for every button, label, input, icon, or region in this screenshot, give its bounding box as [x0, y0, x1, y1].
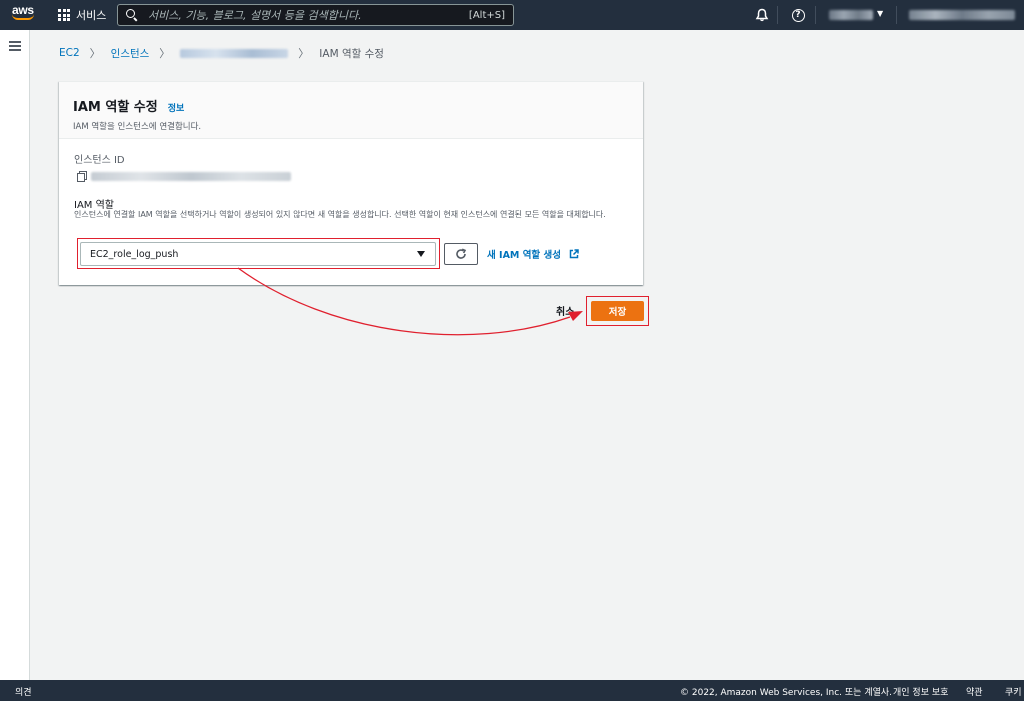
chevron-right-icon: 〉 [89, 47, 101, 60]
panel-description: IAM 역할을 인스턴스에 연결합니다. [73, 122, 202, 132]
panel-title-text: IAM 역할 수정 [73, 100, 158, 115]
services-label: 서비스 [76, 9, 107, 22]
privacy-link[interactable]: 개인 정보 보호 [893, 685, 948, 698]
breadcrumb-instances[interactable]: 인스턴스 [111, 46, 150, 61]
nav-divider [777, 6, 778, 24]
aws-logo[interactable]: aws [12, 4, 38, 26]
side-navigation [0, 30, 30, 680]
cookie-preferences-link[interactable]: 쿠키 [1005, 685, 1022, 698]
search-shortcut: [Alt+S] [468, 9, 505, 21]
info-link[interactable]: 정보 [168, 101, 185, 114]
iam-role-label: IAM 역할 [74, 200, 114, 211]
menu-hamburger-icon[interactable] [9, 41, 21, 51]
instance-id-value-redacted [91, 172, 291, 181]
footer: 의견 © 2022, Amazon Web Services, Inc. 또는 … [0, 680, 1024, 701]
breadcrumb-current: IAM 역할 수정 [319, 47, 384, 60]
refresh-button[interactable] [444, 243, 478, 265]
panel-header: IAM 역할 수정 정보 IAM 역할을 인스턴스에 연결합니다. [59, 82, 643, 139]
nav-divider [815, 6, 816, 24]
top-navigation: aws 서비스 [Alt+S] ? ▼ [0, 0, 1024, 30]
caret-down-icon[interactable]: ▼ [877, 9, 883, 18]
cancel-button[interactable]: 취소 [556, 303, 574, 318]
help-icon[interactable]: ? [790, 7, 806, 23]
instance-id-label: 인스턴스 ID [74, 155, 125, 166]
search-input[interactable] [148, 8, 469, 22]
services-menu-button[interactable]: 서비스 [58, 5, 106, 25]
copyright-text: © 2022, Amazon Web Services, Inc. 또는 계열사… [680, 688, 893, 698]
external-link-icon [569, 249, 579, 259]
terms-link[interactable]: 약관 [966, 685, 983, 698]
feedback-link[interactable]: 의견 [15, 685, 32, 698]
region-menu-redacted[interactable] [909, 10, 1015, 20]
search-bar[interactable]: [Alt+S] [117, 4, 514, 26]
grid-icon [58, 9, 70, 21]
iam-role-description: 인스턴스에 연결할 IAM 역할을 선택하거나 역할이 생성되어 있지 않다면 … [74, 210, 606, 219]
iam-role-select[interactable]: EC2_role_log_push [80, 242, 436, 266]
nav-divider [896, 6, 897, 24]
create-role-label: 새 IAM 역할 생성 [487, 250, 561, 261]
chevron-right-icon: 〉 [298, 47, 310, 60]
notifications-bell-icon[interactable] [754, 7, 770, 23]
account-menu-redacted[interactable] [829, 10, 873, 20]
modify-iam-role-panel: IAM 역할 수정 정보 IAM 역할을 인스턴스에 연결합니다. 인스턴스 I… [59, 81, 643, 285]
breadcrumb-instance-redacted[interactable] [180, 48, 289, 58]
caret-down-icon [417, 251, 425, 257]
aws-logo-text: aws [12, 3, 34, 17]
search-icon [126, 9, 138, 21]
save-button[interactable]: 저장 [591, 301, 644, 321]
chevron-right-icon: 〉 [159, 47, 171, 60]
refresh-icon [456, 248, 467, 259]
create-new-iam-role-link[interactable]: 새 IAM 역할 생성 [487, 247, 579, 261]
breadcrumb-ec2[interactable]: EC2 [59, 47, 80, 59]
page-title: IAM 역할 수정 정보 [73, 96, 643, 115]
copy-icon[interactable] [77, 171, 87, 182]
breadcrumb: EC2 〉 인스턴스 〉 〉 IAM 역할 수정 [59, 45, 384, 61]
iam-role-selected-value: EC2_role_log_push [90, 248, 179, 260]
